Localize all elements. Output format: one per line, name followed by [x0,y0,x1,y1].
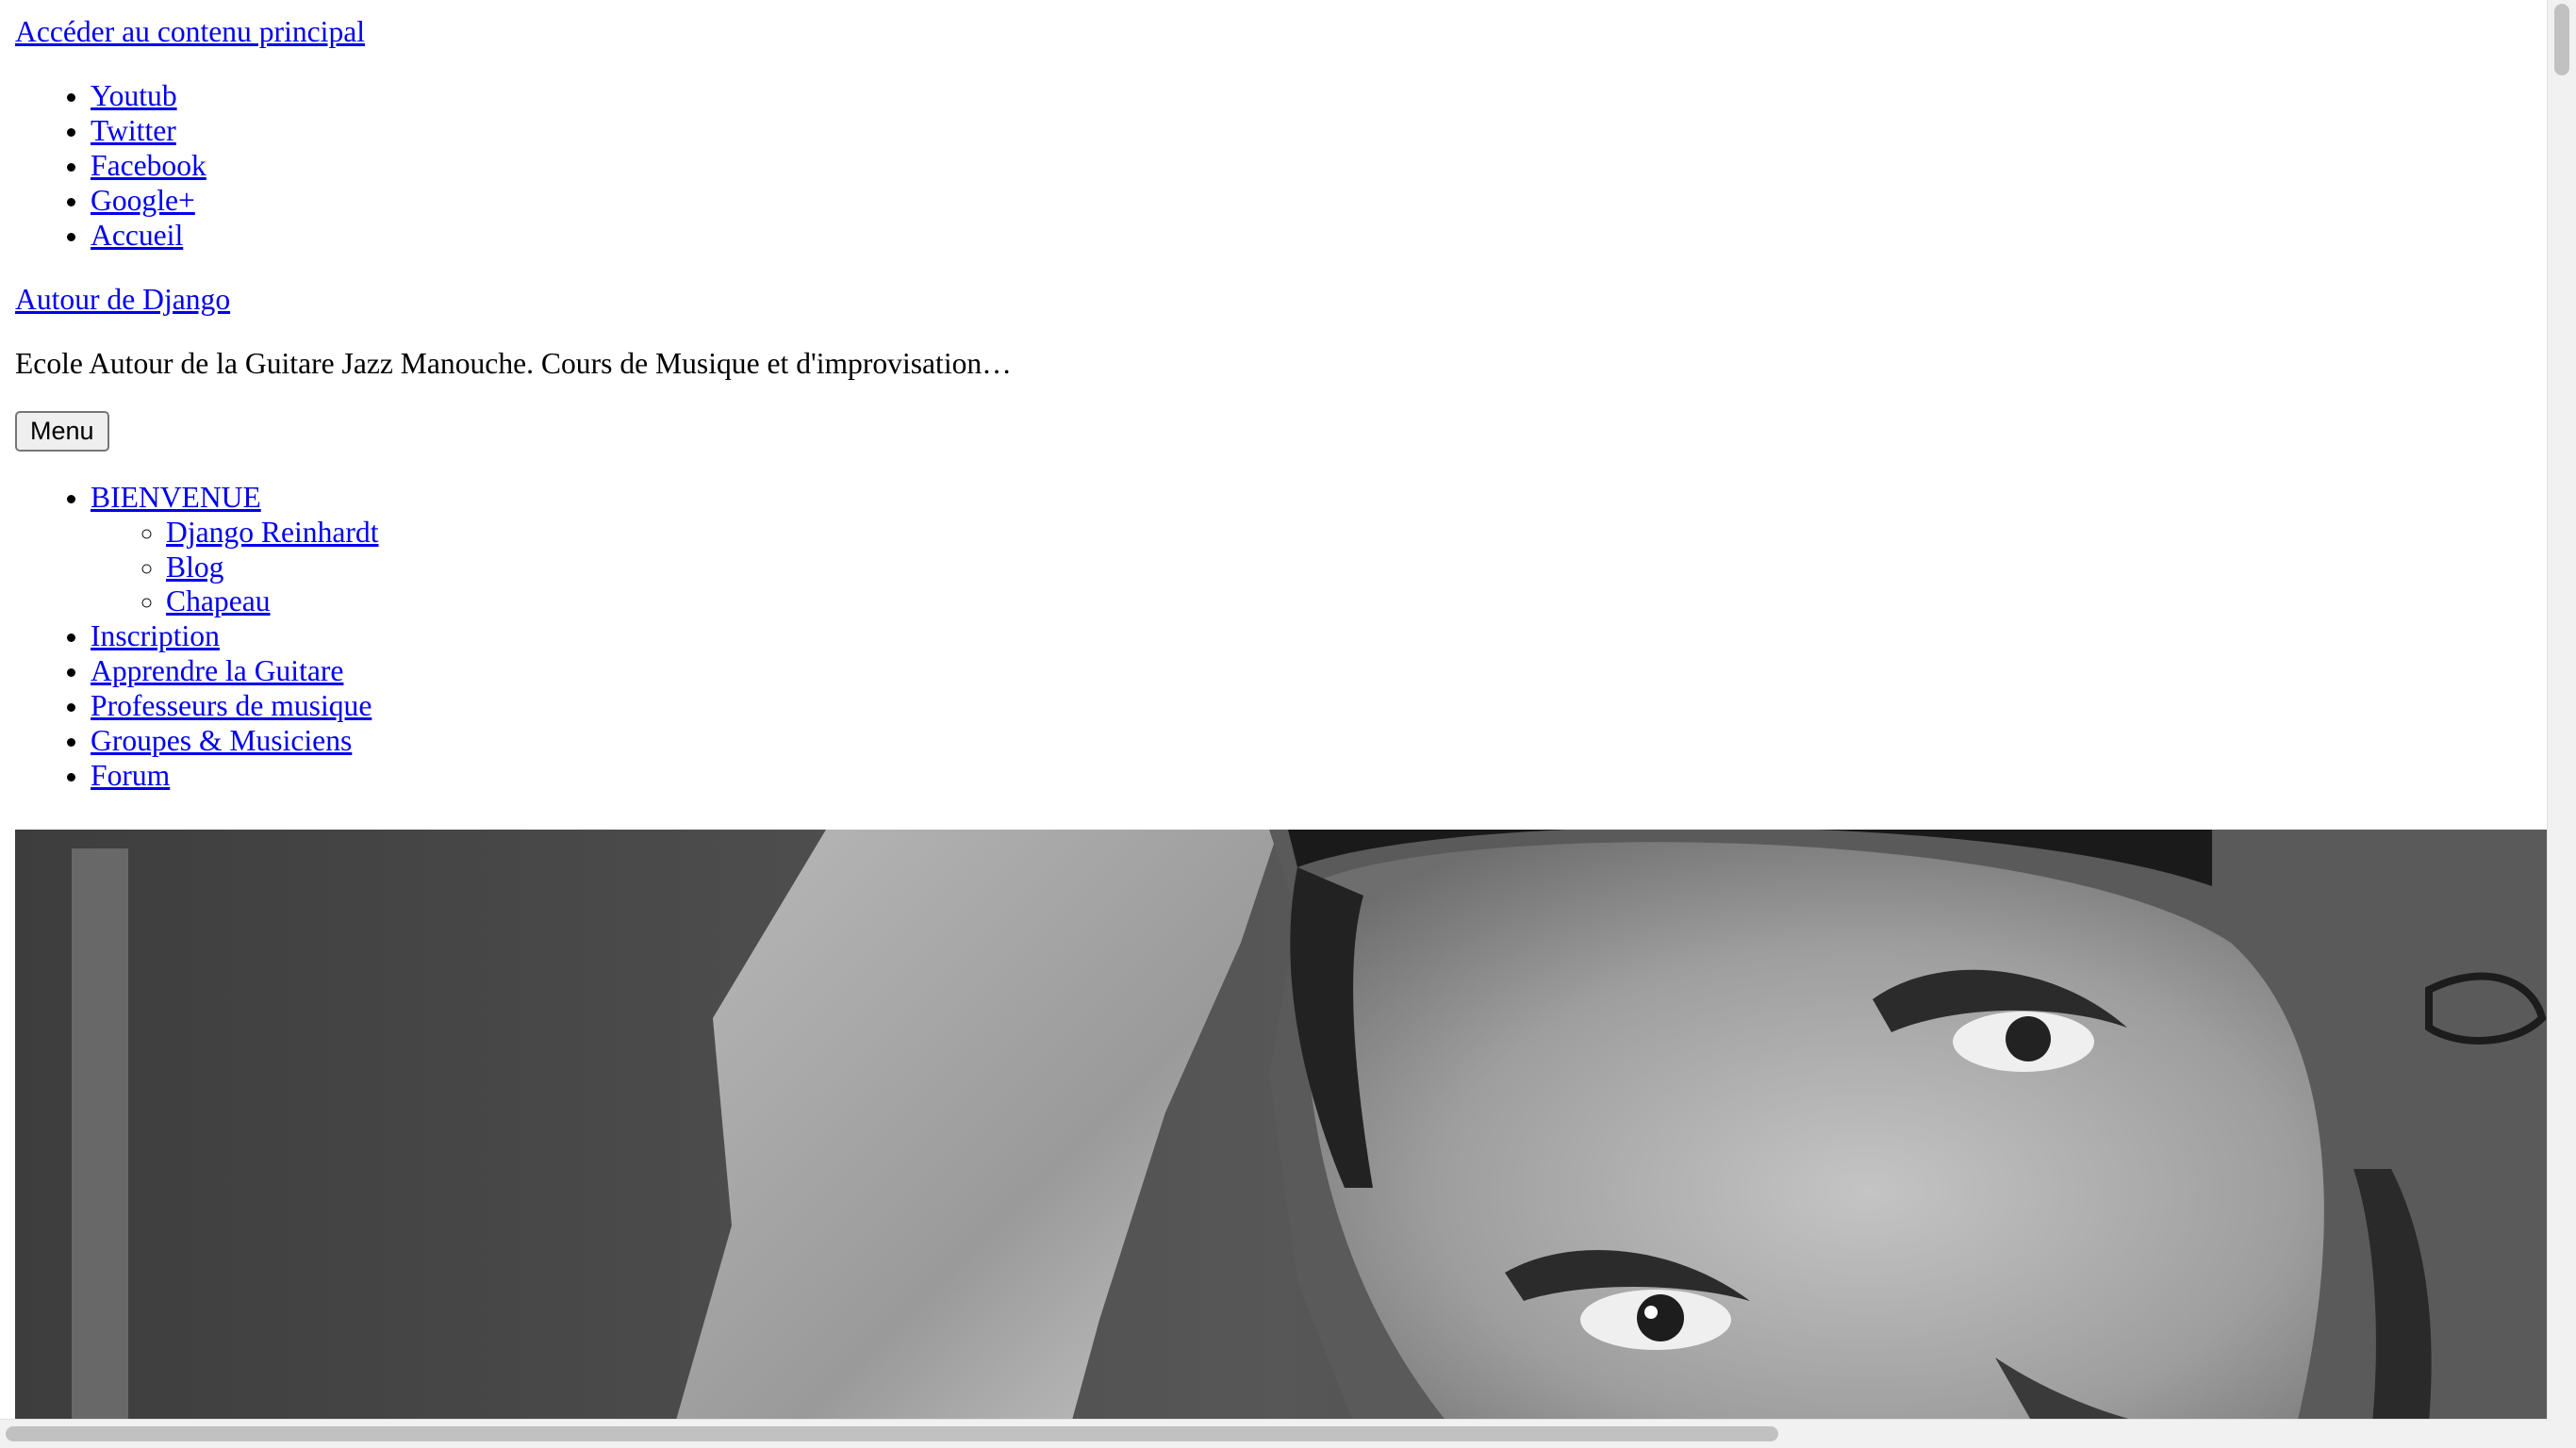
social-link-item: Facebook [91,149,2548,184]
nav-link-inscription[interactable]: Inscription [91,619,220,652]
nav-item: Groupes & Musiciens [91,724,2548,759]
site-description: Ecole Autour de la Guitare Jazz Manouche… [15,346,1012,380]
nav-item-bienvenue: BIENVENUE Django Reinhardt Blog Chapeau [91,481,2548,620]
nav-link-apprendre-guitare[interactable]: Apprendre la Guitare [91,654,343,687]
nav-link-chapeau[interactable]: Chapeau [166,584,271,617]
twitter-link[interactable]: Twitter [91,114,176,147]
social-link-item: Youtub [91,79,2548,114]
home-link[interactable]: Accueil [91,219,183,252]
google-plus-link[interactable]: Google+ [91,184,195,217]
nav-link-bienvenue[interactable]: BIENVENUE [91,481,261,514]
nav-link-forum[interactable]: Forum [91,759,170,792]
horizontal-scrollbar[interactable] [0,1419,2548,1448]
nav-item: Professeurs de musique [91,689,2548,724]
social-link-item: Twitter [91,114,2548,149]
portrait-photo [15,830,2548,1423]
nav-subitem: Blog [166,551,2548,585]
facebook-link[interactable]: Facebook [91,149,206,182]
site-title: Autour de Django [15,283,2548,318]
primary-nav: BIENVENUE Django Reinhardt Blog Chapeau … [15,481,2548,795]
horizontal-scrollbar-thumb[interactable] [6,1426,1778,1441]
nav-link-professeurs[interactable]: Professeurs de musique [91,689,372,722]
vertical-scrollbar-thumb[interactable] [2554,4,2569,75]
nav-link-groupes-musiciens[interactable]: Groupes & Musiciens [91,724,352,757]
nav-link-blog[interactable]: Blog [166,551,223,584]
site-title-link[interactable]: Autour de Django [15,283,230,316]
social-link-item: Google+ [91,184,2548,219]
skip-to-content-link[interactable]: Accéder au contenu principal [15,15,2548,50]
nav-subitem: Django Reinhardt [166,516,2548,551]
social-link-item: Accueil [91,219,2548,254]
scrollbar-corner [2548,1420,2576,1448]
nav-subitem: Chapeau [166,584,2548,619]
menu-button[interactable]: Menu [15,410,109,452]
nav-link-django-reinhardt[interactable]: Django Reinhardt [166,516,379,549]
nav-item: Inscription [91,619,2548,654]
vertical-scrollbar[interactable] [2547,0,2576,1420]
nav-item: Apprendre la Guitare [91,654,2548,689]
nav-item: Forum [91,759,2548,794]
social-links-list: Youtub Twitter Facebook Google+ Accueil [15,79,2548,254]
nav-submenu-bienvenue: Django Reinhardt Blog Chapeau [91,516,2548,620]
youtube-link[interactable]: Youtub [91,79,177,112]
hero-portrait-image [15,830,2548,1423]
